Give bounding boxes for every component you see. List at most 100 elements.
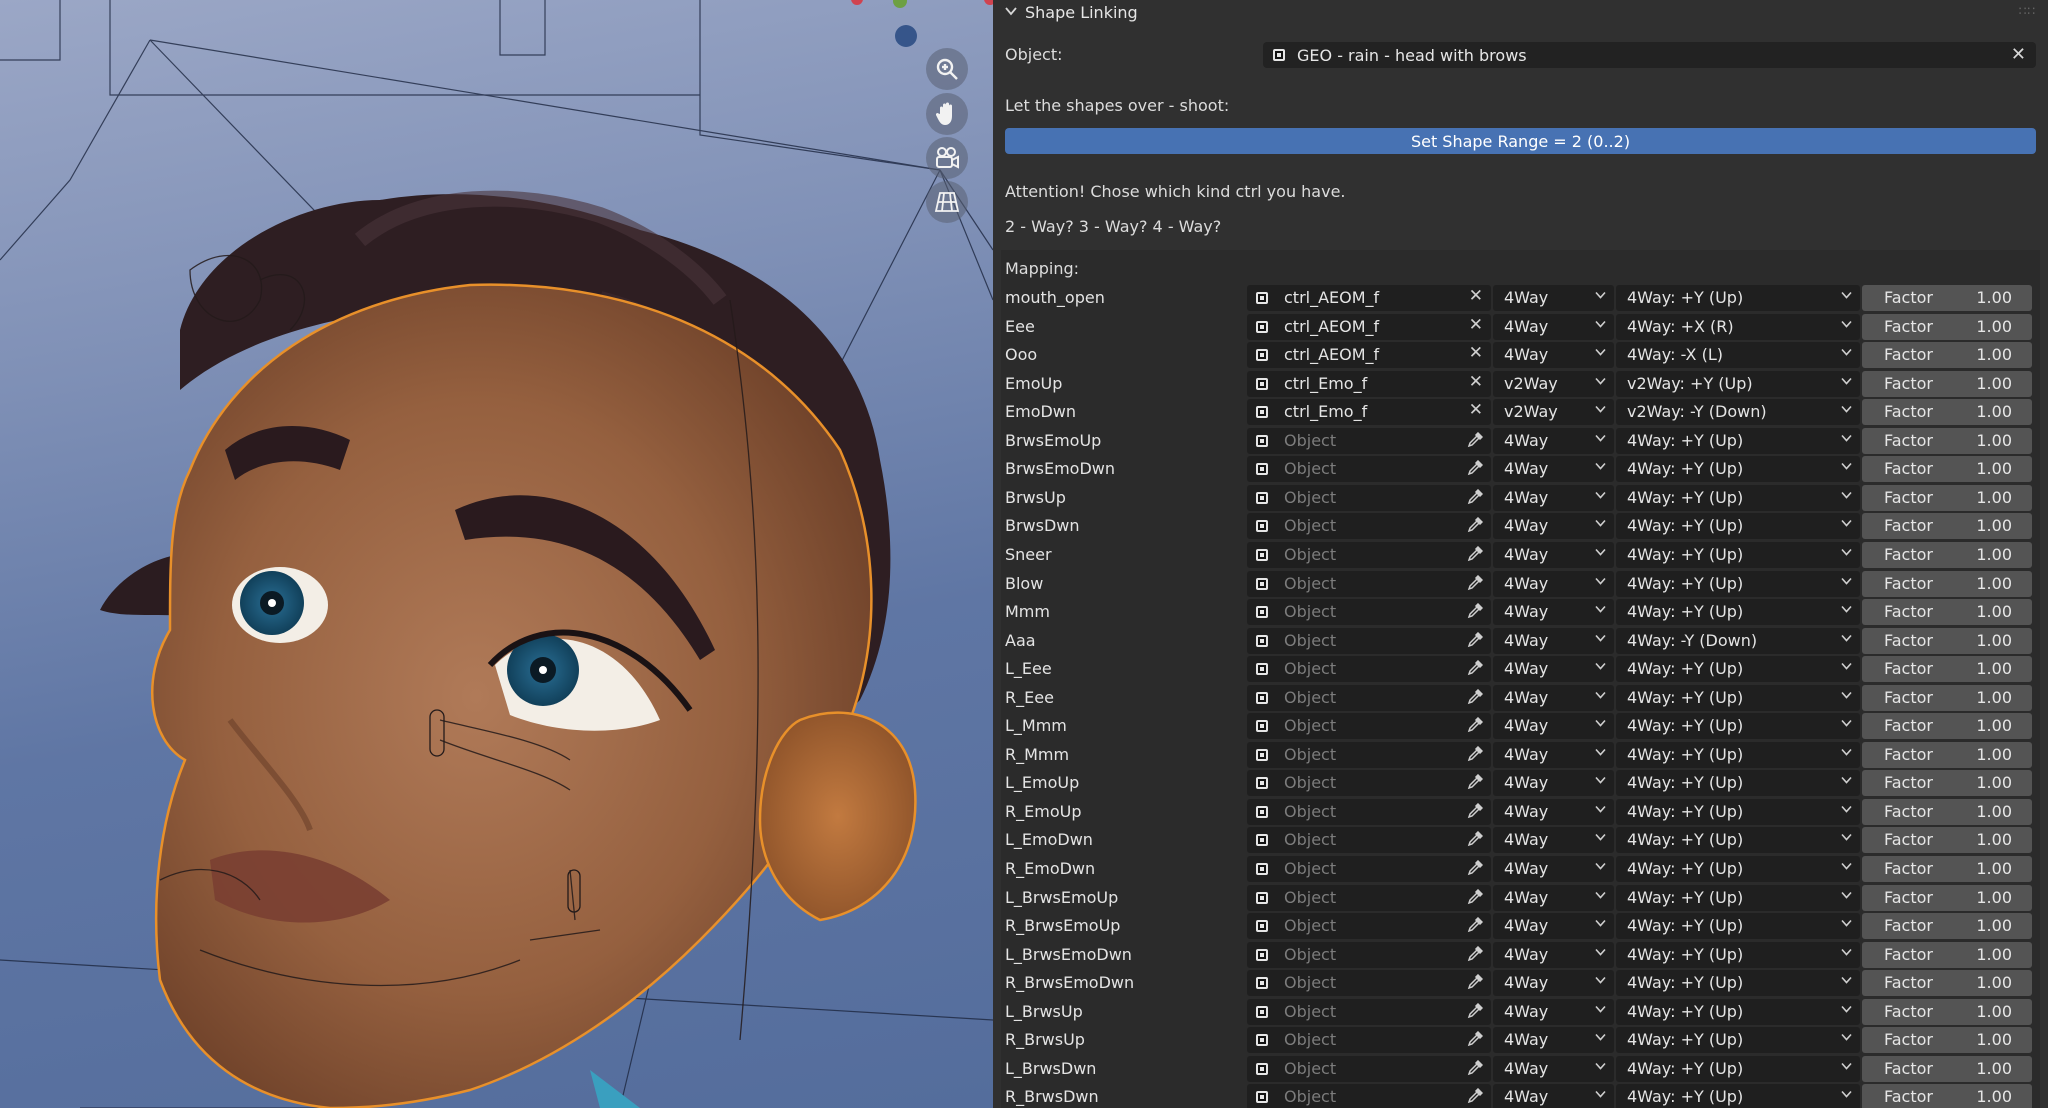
direction-dropdown[interactable]: 4Way: +X (R) xyxy=(1616,313,1860,340)
panel-header[interactable]: Shape Linking ∷∷ xyxy=(993,0,2048,24)
direction-dropdown[interactable]: 4Way: +Y (Up) xyxy=(1616,427,1860,454)
direction-dropdown[interactable]: v2Way: -Y (Down) xyxy=(1616,399,1860,426)
eyedropper-icon[interactable] xyxy=(1467,460,1484,480)
eyedropper-icon[interactable] xyxy=(1467,917,1484,937)
eyedropper-icon[interactable] xyxy=(1467,831,1484,851)
direction-dropdown[interactable]: 4Way: -Y (Down) xyxy=(1616,627,1860,654)
control-object-field[interactable]: Object xyxy=(1247,656,1491,683)
drag-grip-icon[interactable]: ∷∷ xyxy=(2019,4,2036,18)
factor-field[interactable]: Factor 1.00 xyxy=(1862,856,2032,882)
way-type-dropdown[interactable]: 4Way xyxy=(1493,285,1614,311)
factor-field[interactable]: Factor 1.00 xyxy=(1862,370,2032,397)
way-type-dropdown[interactable]: 4Way xyxy=(1493,1027,1614,1054)
way-type-dropdown[interactable]: 4Way xyxy=(1493,798,1614,825)
way-type-dropdown[interactable]: 4Way xyxy=(1493,970,1614,997)
direction-dropdown[interactable]: 4Way: -X (L) xyxy=(1616,342,1860,369)
clear-icon[interactable]: ✕ xyxy=(1469,400,1483,420)
way-type-dropdown[interactable]: 4Way xyxy=(1493,427,1614,454)
clear-icon[interactable]: ✕ xyxy=(1469,315,1483,335)
direction-dropdown[interactable]: 4Way: +Y (Up) xyxy=(1616,941,1860,968)
control-object-field[interactable]: ctrl_Emo_f ✕ xyxy=(1247,370,1491,397)
way-type-dropdown[interactable]: 4Way xyxy=(1493,1055,1614,1082)
direction-dropdown[interactable]: 4Way: +Y (Up) xyxy=(1616,856,1860,882)
way-type-dropdown[interactable]: 4Way xyxy=(1493,713,1614,740)
direction-dropdown[interactable]: 4Way: +Y (Up) xyxy=(1616,741,1860,768)
zoom-icon[interactable] xyxy=(926,48,968,90)
direction-dropdown[interactable]: 4Way: +Y (Up) xyxy=(1616,827,1860,854)
hand-pan-icon[interactable] xyxy=(926,93,968,135)
factor-field[interactable]: Factor 1.00 xyxy=(1862,770,2032,797)
factor-field[interactable]: Factor 1.00 xyxy=(1862,627,2032,654)
gizmo-y-dot[interactable] xyxy=(895,25,917,47)
control-object-field[interactable]: Object xyxy=(1247,513,1491,540)
control-object-field[interactable]: Object xyxy=(1247,970,1491,997)
factor-field[interactable]: Factor 1.00 xyxy=(1862,456,2032,483)
factor-field[interactable]: Factor 1.00 xyxy=(1862,599,2032,626)
factor-field[interactable]: Factor 1.00 xyxy=(1862,998,2032,1025)
control-object-field[interactable]: Object xyxy=(1247,941,1491,968)
chevron-down-icon[interactable] xyxy=(1005,4,1021,20)
object-field[interactable]: GEO - rain - head with brows ✕ xyxy=(1263,42,2036,68)
direction-dropdown[interactable]: 4Way: +Y (Up) xyxy=(1616,798,1860,825)
eyedropper-icon[interactable] xyxy=(1467,545,1484,566)
direction-dropdown[interactable]: v2Way: +Y (Up) xyxy=(1616,370,1860,397)
direction-dropdown[interactable]: 4Way: +Y (Up) xyxy=(1616,684,1860,711)
eyedropper-icon[interactable] xyxy=(1467,1002,1484,1023)
control-object-field[interactable]: Object xyxy=(1247,1027,1491,1054)
clear-icon[interactable]: ✕ xyxy=(1469,286,1483,306)
camera-icon[interactable] xyxy=(926,137,968,179)
way-type-dropdown[interactable]: 4Way xyxy=(1493,570,1614,597)
factor-field[interactable]: Factor 1.00 xyxy=(1862,684,2032,711)
eyedropper-icon[interactable] xyxy=(1467,717,1484,737)
factor-field[interactable]: Factor 1.00 xyxy=(1862,970,2032,997)
factor-field[interactable]: Factor 1.00 xyxy=(1862,1027,2032,1054)
factor-field[interactable]: Factor 1.00 xyxy=(1862,313,2032,340)
control-object-field[interactable]: ctrl_Emo_f ✕ xyxy=(1247,399,1491,426)
way-type-dropdown[interactable]: 4Way xyxy=(1493,599,1614,626)
factor-field[interactable]: Factor 1.00 xyxy=(1862,1084,2032,1108)
way-type-dropdown[interactable]: 4Way xyxy=(1493,913,1614,940)
direction-dropdown[interactable]: 4Way: +Y (Up) xyxy=(1616,285,1860,311)
control-object-field[interactable]: Object xyxy=(1247,798,1491,825)
eyedropper-icon[interactable] xyxy=(1467,602,1484,623)
factor-field[interactable]: Factor 1.00 xyxy=(1862,399,2032,426)
control-object-field[interactable]: ctrl_AEOM_f ✕ xyxy=(1247,342,1491,369)
factor-field[interactable]: Factor 1.00 xyxy=(1862,285,2032,311)
control-object-field[interactable]: Object xyxy=(1247,827,1491,854)
factor-field[interactable]: Factor 1.00 xyxy=(1862,713,2032,740)
way-type-dropdown[interactable]: 4Way xyxy=(1493,884,1614,911)
way-type-dropdown[interactable]: 4Way xyxy=(1493,770,1614,797)
control-object-field[interactable]: Object xyxy=(1247,713,1491,740)
factor-field[interactable]: Factor 1.00 xyxy=(1862,884,2032,911)
way-type-dropdown[interactable]: 4Way xyxy=(1493,627,1614,654)
direction-dropdown[interactable]: 4Way: +Y (Up) xyxy=(1616,770,1860,797)
way-type-dropdown[interactable]: v2Way xyxy=(1493,370,1614,397)
way-type-dropdown[interactable]: 4Way xyxy=(1493,484,1614,511)
direction-dropdown[interactable]: 4Way: +Y (Up) xyxy=(1616,484,1860,511)
way-type-dropdown[interactable]: v2Way xyxy=(1493,399,1614,426)
clear-icon[interactable]: ✕ xyxy=(2011,44,2026,65)
factor-field[interactable]: Factor 1.00 xyxy=(1862,427,2032,454)
direction-dropdown[interactable]: 4Way: +Y (Up) xyxy=(1616,570,1860,597)
control-object-field[interactable]: Object xyxy=(1247,627,1491,654)
eyedropper-icon[interactable] xyxy=(1467,774,1484,794)
grid-perspective-icon[interactable] xyxy=(926,181,968,223)
factor-field[interactable]: Factor 1.00 xyxy=(1862,913,2032,940)
factor-field[interactable]: Factor 1.00 xyxy=(1862,798,2032,825)
clear-icon[interactable]: ✕ xyxy=(1469,372,1483,392)
direction-dropdown[interactable]: 4Way: +Y (Up) xyxy=(1616,599,1860,626)
direction-dropdown[interactable]: 4Way: +Y (Up) xyxy=(1616,513,1860,540)
direction-dropdown[interactable]: 4Way: +Y (Up) xyxy=(1616,970,1860,997)
clear-icon[interactable]: ✕ xyxy=(1469,343,1483,363)
way-type-dropdown[interactable]: 4Way xyxy=(1493,541,1614,568)
eyedropper-icon[interactable] xyxy=(1467,974,1484,994)
control-object-field[interactable]: Object xyxy=(1247,998,1491,1025)
eyedropper-icon[interactable] xyxy=(1467,574,1484,595)
control-object-field[interactable]: Object xyxy=(1247,456,1491,483)
direction-dropdown[interactable]: 4Way: +Y (Up) xyxy=(1616,1027,1860,1054)
way-type-dropdown[interactable]: 4Way xyxy=(1493,342,1614,369)
way-type-dropdown[interactable]: 4Way xyxy=(1493,941,1614,968)
factor-field[interactable]: Factor 1.00 xyxy=(1862,541,2032,568)
eyedropper-icon[interactable] xyxy=(1467,431,1484,452)
eyedropper-icon[interactable] xyxy=(1467,631,1484,652)
